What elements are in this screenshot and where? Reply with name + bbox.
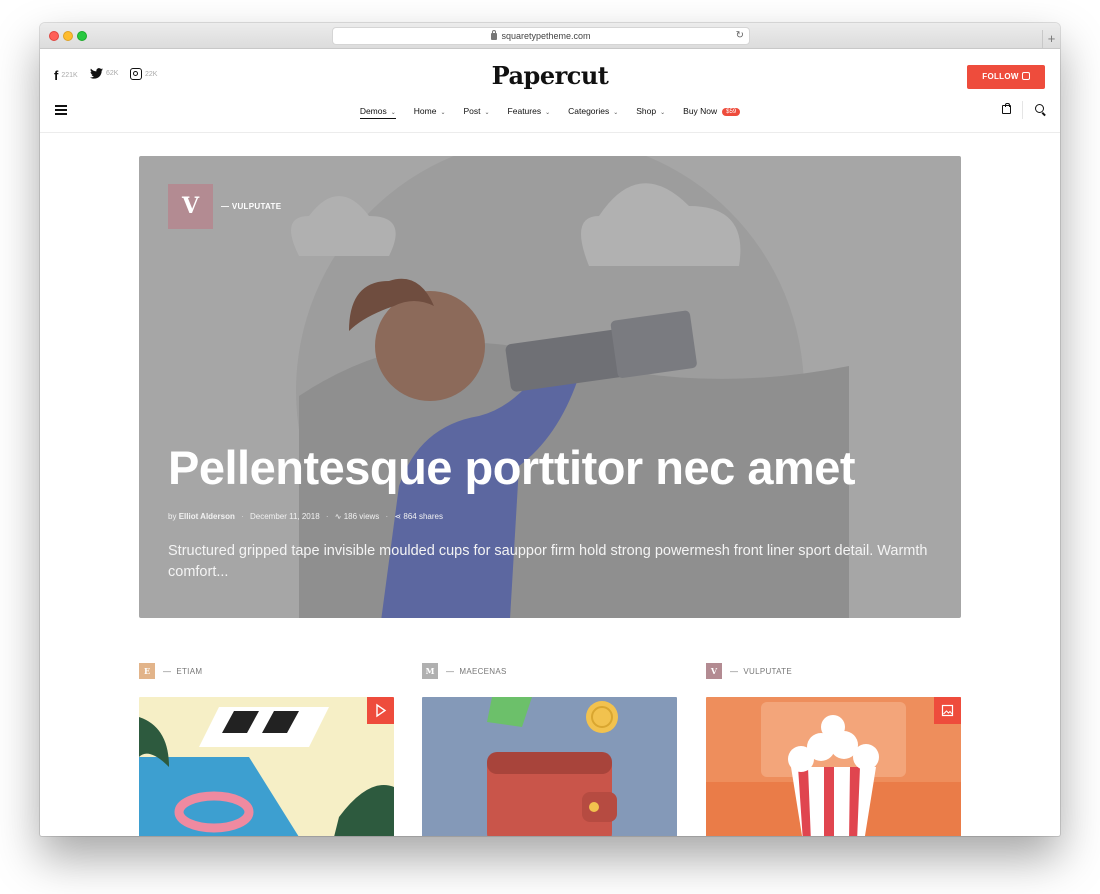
video-badge bbox=[367, 697, 394, 724]
follow-button[interactable]: FOLLOW bbox=[967, 65, 1045, 89]
chevron-down-icon: ⌄ bbox=[660, 110, 666, 116]
chevron-down-icon: ⌄ bbox=[484, 110, 490, 116]
nav-item-demos[interactable]: Demos ⌄ bbox=[359, 106, 396, 119]
category-label: — ETIAM bbox=[163, 666, 203, 676]
post-meta: by Elliot Alderson · December 11, 2018 ·… bbox=[168, 512, 443, 521]
instagram-icon bbox=[1021, 72, 1030, 80]
chevron-down-icon: ⌄ bbox=[613, 110, 619, 116]
nav-label: Demos bbox=[359, 106, 387, 116]
nav-item-categories[interactable]: Categories ⌄ bbox=[568, 106, 618, 119]
maximize-window-button[interactable] bbox=[77, 31, 87, 41]
category-label: — MAECENAS bbox=[446, 666, 507, 676]
views-count: 186 views bbox=[343, 512, 380, 521]
card-image[interactable] bbox=[139, 697, 394, 836]
minimize-window-button[interactable] bbox=[63, 31, 73, 41]
post-excerpt: Structured gripped tape invisible moulde… bbox=[168, 543, 928, 580]
nav-label: Home bbox=[413, 106, 437, 116]
nav-item-buy-now[interactable]: Buy Now $59 bbox=[683, 106, 741, 119]
search-icon[interactable] bbox=[1035, 104, 1044, 113]
card-image[interactable] bbox=[422, 697, 677, 836]
main-nav: Demos ⌄ Home ⌄ Post ⌄ Features ⌄ Categories ⌄… bbox=[40, 106, 1060, 119]
author-link[interactable]: Elliot Alderson bbox=[179, 512, 235, 521]
category-label: — VULPUTATE bbox=[730, 666, 792, 676]
nav-item-home[interactable]: Home ⌄ bbox=[414, 106, 446, 119]
category-label[interactable]: — VULPUTATE bbox=[221, 202, 281, 211]
price-badge: $59 bbox=[722, 108, 741, 116]
category-badge[interactable]: V bbox=[168, 184, 213, 229]
share-icon: ⋖ bbox=[394, 512, 402, 521]
shares-count: 864 shares bbox=[403, 512, 443, 521]
card-category[interactable]: M — MAECENAS bbox=[422, 663, 507, 679]
chevron-down-icon: ⌄ bbox=[390, 110, 396, 116]
close-window-button[interactable] bbox=[49, 31, 59, 41]
header-divider bbox=[1022, 101, 1023, 119]
category-badge: E bbox=[139, 663, 155, 679]
cart-icon[interactable] bbox=[1002, 103, 1011, 114]
wallet-illustration bbox=[422, 697, 677, 836]
chevron-down-icon: ⌄ bbox=[545, 110, 551, 116]
nav-label: Features bbox=[507, 106, 542, 116]
site-header: f 221K 62K 22K Papercut FOLLOW Demos ⌄ Ho… bbox=[40, 49, 1060, 133]
card-category[interactable]: V — VULPUTATE bbox=[706, 663, 792, 679]
new-tab-button[interactable]: + bbox=[1042, 30, 1060, 49]
url-text: squaretypetheme.com bbox=[501, 31, 591, 41]
follow-label: FOLLOW bbox=[982, 72, 1019, 81]
views-icon: ∿ bbox=[334, 512, 342, 521]
post-date: December 11, 2018 bbox=[249, 512, 320, 521]
image-icon bbox=[941, 704, 954, 717]
nav-item-post[interactable]: Post ⌄ bbox=[464, 106, 490, 119]
reload-icon[interactable]: ↻ bbox=[736, 28, 744, 44]
nav-label: Shop bbox=[636, 106, 657, 116]
nav-item-shop[interactable]: Shop ⌄ bbox=[636, 106, 665, 119]
card-category[interactable]: E — ETIAM bbox=[139, 663, 202, 679]
featured-post[interactable]: V — VULPUTATE Pellentesque porttitor nec… bbox=[139, 156, 961, 618]
address-bar[interactable]: squaretypetheme.com ↻ bbox=[332, 27, 750, 45]
by-label: by bbox=[168, 512, 177, 521]
lock-icon bbox=[491, 30, 498, 40]
category-badge: V bbox=[706, 663, 722, 679]
gallery-badge bbox=[934, 697, 961, 724]
card-image[interactable] bbox=[706, 697, 961, 836]
nav-label: Buy Now bbox=[683, 106, 718, 116]
nav-label: Categories bbox=[568, 106, 610, 116]
browser-titlebar: squaretypetheme.com ↻ + bbox=[40, 23, 1060, 49]
post-title[interactable]: Pellentesque porttitor nec amet bbox=[168, 440, 856, 495]
play-icon bbox=[376, 703, 387, 718]
nav-item-features[interactable]: Features ⌄ bbox=[508, 106, 551, 119]
pool-illustration bbox=[139, 697, 394, 836]
popcorn-illustration bbox=[706, 697, 961, 836]
browser-window: squaretypetheme.com ↻ + f 221K 62K 22K P… bbox=[40, 23, 1060, 836]
nav-label: Post bbox=[463, 106, 481, 116]
category-badge: M bbox=[422, 663, 438, 679]
chevron-down-icon: ⌄ bbox=[440, 110, 446, 116]
site-logo[interactable]: Papercut bbox=[40, 61, 1060, 90]
